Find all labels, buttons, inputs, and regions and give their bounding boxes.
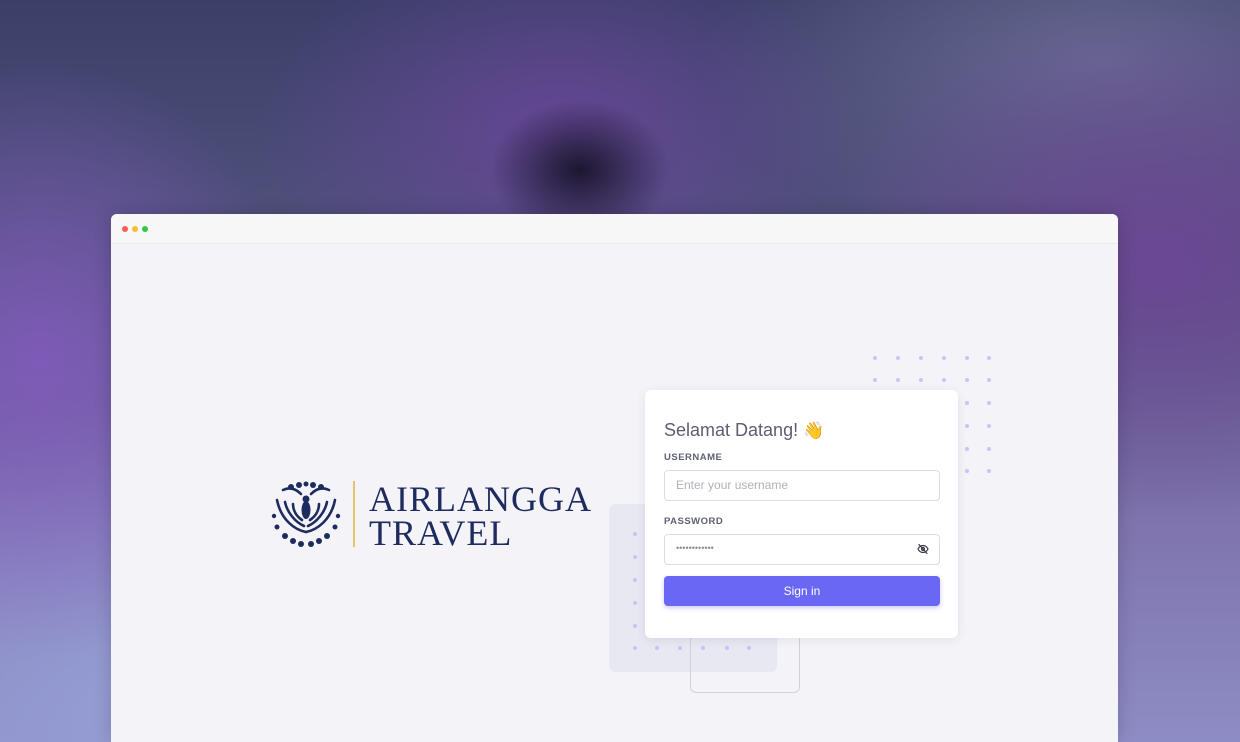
brand-logo: AIRLANGGA TRAVEL <box>271 478 591 553</box>
browser-window: AIRLANGGA TRAVEL Selamat Datang! 👋 USERN… <box>111 214 1118 742</box>
close-window-button[interactable] <box>122 226 128 232</box>
welcome-title: Selamat Datang! 👋 <box>664 420 824 441</box>
waving-hand-icon: 👋 <box>803 421 825 440</box>
sign-in-button[interactable]: Sign in <box>664 576 940 606</box>
phoenix-emblem-icon <box>271 481 341 547</box>
maximize-window-button[interactable] <box>142 226 148 232</box>
username-label: USERNAME <box>664 452 723 463</box>
username-input[interactable] <box>665 471 906 498</box>
password-label: PASSWORD <box>664 516 724 527</box>
password-input[interactable]: •••••••••••• <box>664 534 940 565</box>
eye-off-icon[interactable] <box>917 543 929 555</box>
logo-divider <box>353 481 355 547</box>
minimize-window-button[interactable] <box>132 226 138 232</box>
username-field-wrapper <box>664 470 940 501</box>
password-masked-value: •••••••••••• <box>676 543 714 553</box>
brand-name-line2: TRAVEL <box>369 513 513 553</box>
login-card: Selamat Datang! 👋 USERNAME PASSWORD ••••… <box>645 390 958 638</box>
welcome-title-text: Selamat Datang! <box>664 420 799 440</box>
window-titlebar <box>111 214 1118 244</box>
